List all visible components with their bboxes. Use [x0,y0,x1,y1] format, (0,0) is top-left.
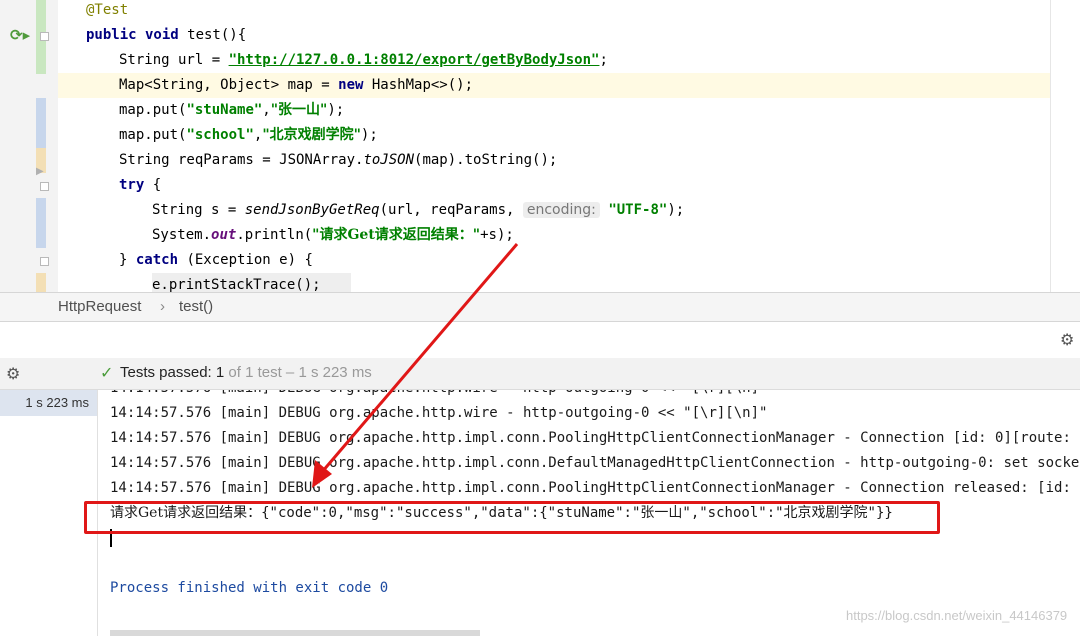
test-duration: 1 s 223 ms [25,395,89,410]
breadcrumb-method[interactable]: test() [179,298,213,315]
code-text: +s); [480,227,514,243]
run-test-icon[interactable]: ⟳▸ [10,27,30,43]
test-tree-item[interactable]: 1 s 223 ms [0,390,97,416]
gear-icon[interactable]: ⚙ [6,364,20,383]
keyword: catch [135,252,179,268]
log-line: 14:14:57.576 [main] DEBUG org.apache.htt… [110,455,1080,471]
code-line: map.put("stuName","张一山"); [58,98,1080,123]
keyword: new [338,77,364,93]
change-marker-modified [36,273,46,292]
code-text: String reqParams = JSONArray. [119,152,364,168]
method-call: toJSON [363,152,415,168]
code-text: (Exception e) { [178,252,313,268]
code-line: try { [58,173,1080,198]
keyword: try [119,177,145,193]
status-suffix: of 1 test – 1 s 223 ms [224,364,372,381]
code-text: } [119,252,136,268]
code-line: public void test(){ [58,23,1080,48]
code-text: { [144,177,162,193]
code-text: HashMap<>(); [363,77,474,93]
code-line: } catch (Exception e) { [58,248,1080,273]
fold-marker[interactable] [40,32,49,41]
editor-gutter: ⟳▸ ▶ [0,0,58,292]
breadcrumb-separator: › [160,298,165,315]
code-text: (url, reqParams, [379,202,523,218]
code-text: test(){ [178,27,247,43]
fold-marker[interactable] [40,182,49,191]
log-line: 14:14:57.576 [main] DEBUG org.apache.htt… [110,390,767,401]
run-toolbar: ⚙ ✓ Tests passed: 1 of 1 test – 1 s 223 … [0,358,1080,390]
string-literal: "请求Get请求返回结果：" [312,227,481,243]
code-text: System. [152,227,212,243]
code-text: .println( [236,227,313,243]
code-line: String s = sendJsonByGetReq(url, reqPara… [58,198,1080,223]
string-literal: "school" [186,127,254,143]
code-editor[interactable]: ⟳▸ ▶ @Test public void test(){ String ur… [0,0,1080,292]
parameter-hint: encoding: [522,202,600,218]
log-line: 14:14:57.576 [main] DEBUG org.apache.htt… [110,480,1080,496]
string-literal: "北京戏剧学院" [262,127,361,143]
code-text: , [262,102,271,118]
string-literal: "UTF-8" [608,202,668,218]
change-marker-modified [36,198,46,248]
status-prefix: Tests passed: [120,364,216,381]
code-text: Map<String, Object> map = [119,77,339,93]
process-exit-line: Process finished with exit code 0 [110,580,389,596]
code-line: e.printStackTrace(); [58,273,1080,292]
breadcrumb-class[interactable]: HttpRequest [58,298,141,315]
code-text: ); [360,127,378,143]
log-line: 14:14:57.576 [main] DEBUG org.apache.htt… [110,430,1080,446]
check-icon: ✓ [100,363,114,382]
code-text: ); [327,102,345,118]
gear-icon[interactable]: ⚙ [1060,330,1078,349]
static-field: out [211,227,237,243]
code-text: ); [667,202,685,218]
code-text: map.put( [119,127,187,143]
code-line: map.put("school","北京戏剧学院"); [58,123,1080,148]
code-text: ; [599,52,608,68]
string-literal: "stuName" [186,102,263,118]
code-text: String s = [152,202,245,218]
log-line: 14:14:57.576 [main] DEBUG org.apache.htt… [110,405,768,421]
string-literal[interactable]: "http://127.0.0.1:8012/export/getByBodyJ… [229,52,600,68]
annotation: @Test [86,2,129,18]
panel-header [0,322,1080,358]
highlight-box [84,501,940,534]
code-line: @Test [58,0,1080,23]
code-line: String url = "http://127.0.0.1:8012/expo… [58,48,1080,73]
code-line: Map<String, Object> map = new HashMap<>(… [58,73,1080,98]
breakpoint-arrow-icon: ▶ [36,166,44,177]
method-call: sendJsonByGetReq [244,202,380,218]
code-line: System.out.println("请求Get请求返回结果："+s); [58,223,1080,248]
code-text: String url = [119,52,229,68]
code-text: map.put( [119,102,187,118]
breadcrumb: HttpRequest › test() [0,292,1080,322]
string-literal: "张一山" [270,102,328,118]
watermark: https://blog.csdn.net/weixin_44146379 [846,608,1068,623]
test-status: Tests passed: 1 of 1 test – 1 s 223 ms [120,364,372,381]
keyword: public void [86,27,179,43]
passed-count: 1 [215,364,225,381]
editor-scrollbar[interactable] [1050,0,1080,292]
change-marker-modified [36,98,46,148]
fold-marker[interactable] [40,257,49,266]
code-text: e.printStackTrace(); [152,273,351,292]
code-line: String reqParams = JSONArray.toJSON(map)… [58,148,1080,173]
console-scrollbar[interactable] [110,630,480,636]
code-text: (map).toString(); [414,152,558,168]
